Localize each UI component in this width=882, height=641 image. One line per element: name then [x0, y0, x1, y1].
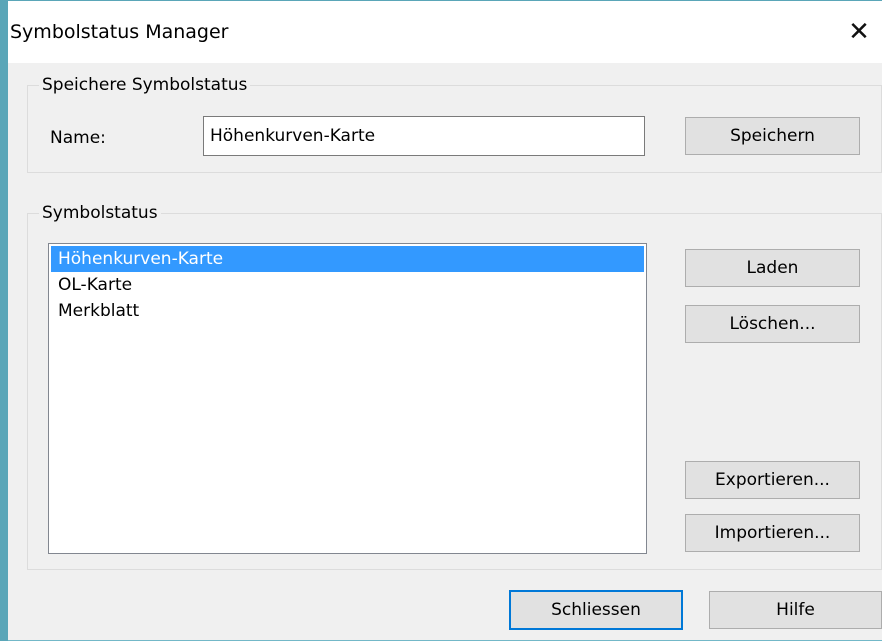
close-icon[interactable]: ✕	[836, 1, 882, 63]
import-button[interactable]: Importieren...	[685, 514, 860, 552]
name-input[interactable]: Höhenkurven-Karte	[203, 116, 645, 156]
load-button[interactable]: Laden	[685, 249, 860, 287]
export-button[interactable]: Exportieren...	[685, 461, 860, 499]
symbolstatus-group-label: Symbolstatus	[39, 203, 161, 223]
symbolstatus-list[interactable]: Höhenkurven-Karte OL-Karte Merkblatt	[48, 243, 647, 554]
list-item[interactable]: Merkblatt	[51, 298, 644, 324]
save-group-label: Speichere Symbolstatus	[39, 75, 251, 95]
window-title: Symbolstatus Manager	[10, 21, 229, 43]
name-label: Name:	[50, 128, 106, 148]
list-item[interactable]: OL-Karte	[51, 272, 644, 298]
symbolstatus-manager-dialog: Symbolstatus Manager ✕ Speichere Symbols…	[0, 0, 882, 641]
window-edge	[0, 1, 8, 641]
delete-button[interactable]: Löschen...	[685, 305, 860, 343]
list-item[interactable]: Höhenkurven-Karte	[51, 246, 644, 272]
title-bar: Symbolstatus Manager ✕	[8, 1, 882, 63]
save-button[interactable]: Speichern	[685, 117, 860, 155]
close-button[interactable]: Schliessen	[509, 590, 683, 630]
help-button[interactable]: Hilfe	[709, 591, 882, 629]
